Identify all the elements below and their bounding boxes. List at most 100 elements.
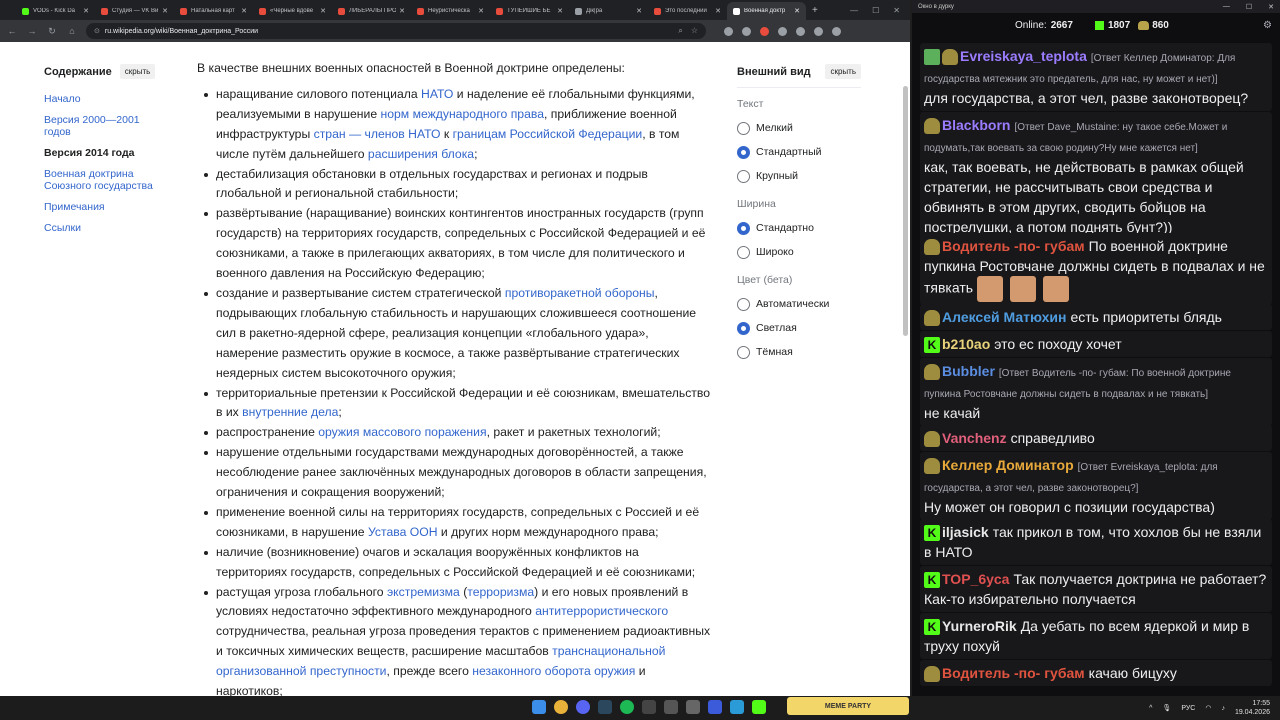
minimize-icon[interactable]: —	[1223, 3, 1230, 11]
chevron-up-icon[interactable]: ^	[1149, 705, 1152, 712]
chat-username[interactable]: Vanchenz	[942, 430, 1007, 446]
new-tab-button[interactable]: +	[812, 5, 818, 16]
download-icon[interactable]	[796, 26, 805, 36]
toc-item[interactable]: Версия 2014 года	[44, 147, 164, 159]
chat-username[interactable]: Evreiskaya_teplota	[960, 48, 1087, 64]
chat-username[interactable]: Водитель -по- губам	[942, 238, 1085, 254]
browser-tab[interactable]: Это последний ✕	[648, 2, 727, 20]
browser-tab[interactable]: Дiк|ра ✕	[569, 2, 648, 20]
home-icon[interactable]: ⌂	[66, 26, 78, 36]
tab-close-icon[interactable]: ✕	[399, 7, 405, 15]
spotify-icon[interactable]	[620, 700, 634, 714]
chat-username[interactable]: Алексей Матюхин	[942, 309, 1066, 325]
steam-icon[interactable]	[598, 700, 612, 714]
chat-username[interactable]: Келлер Доминатор	[942, 457, 1074, 473]
reload-icon[interactable]: ↻	[46, 26, 58, 37]
radio-button[interactable]	[737, 321, 750, 335]
toc-hide-button[interactable]: скрыть	[119, 64, 156, 79]
chat-username[interactable]: Bubbler	[942, 363, 995, 379]
wiki-link[interactable]: оружия массового поражения	[318, 425, 486, 439]
browser-tab[interactable]: ТУПЕЙШИЕ БЕ ✕	[490, 2, 569, 20]
url-text[interactable]: ru.wikipedia.org/wiki/Военная_доктрина_Р…	[105, 28, 673, 35]
browser-tab[interactable]: Натальная карт ✕	[174, 2, 253, 20]
tab-close-icon[interactable]: ✕	[794, 7, 800, 15]
radio-button[interactable]	[737, 121, 750, 135]
chat-username[interactable]: TOP_6yca	[942, 571, 1009, 587]
minimize-icon[interactable]: —	[850, 6, 858, 15]
radio-button[interactable]	[737, 245, 750, 259]
wiki-link[interactable]: расширения блока	[368, 147, 474, 161]
extension-icon[interactable]	[724, 26, 733, 36]
start-icon[interactable]	[532, 700, 546, 714]
toc-item[interactable]: Примечания	[44, 201, 164, 213]
wifi-icon[interactable]: ◠	[1205, 704, 1211, 712]
wiki-link[interactable]: норм международного права	[381, 107, 544, 121]
radio-option[interactable]: Стандартный	[737, 140, 861, 164]
extension-icon[interactable]	[760, 26, 769, 36]
close-icon[interactable]: ✕	[1268, 3, 1274, 11]
toc-item[interactable]: Начало	[44, 93, 164, 105]
chat-username[interactable]: Водитель -по- губам	[942, 665, 1085, 681]
tab-close-icon[interactable]: ✕	[241, 7, 247, 15]
site-info-icon[interactable]: ⊙	[94, 27, 100, 35]
browser-tab[interactable]: ЛИБЕРАЛЫ ПРО ✕	[332, 2, 411, 20]
tab-close-icon[interactable]: ✕	[636, 7, 642, 15]
wiki-link[interactable]: экстремизма	[387, 585, 460, 599]
kick-icon[interactable]	[752, 700, 766, 714]
chat-username[interactable]: iljasick	[942, 524, 989, 540]
toc-item[interactable]: Ссылки	[44, 222, 164, 234]
radio-button[interactable]	[737, 169, 750, 183]
wiki-link[interactable]: границам Российской Федерации	[453, 127, 643, 141]
back-icon[interactable]: ←	[6, 26, 18, 36]
radio-button[interactable]	[737, 297, 750, 311]
wiki-link[interactable]: незаконного оборота оружия	[472, 664, 635, 678]
browser-tab[interactable]: Неуристическа ✕	[411, 2, 490, 20]
telegram-icon[interactable]	[730, 700, 744, 714]
app-icon[interactable]	[664, 700, 678, 714]
maximize-icon[interactable]: ☐	[1246, 3, 1252, 11]
wiki-link[interactable]: терроризма	[467, 585, 534, 599]
tab-close-icon[interactable]: ✕	[83, 7, 89, 15]
radio-option[interactable]: Стандартно	[737, 216, 861, 240]
radio-button[interactable]	[737, 221, 750, 235]
radio-button[interactable]	[737, 345, 750, 359]
toc-item[interactable]: Версия 2000—2001 годов	[44, 114, 164, 138]
wiki-link[interactable]: стран — членов НАТО	[314, 127, 441, 141]
wiki-link[interactable]: Устава ООН	[368, 525, 438, 539]
radio-option[interactable]: Автоматически	[737, 292, 861, 316]
wiki-link[interactable]: НАТО	[421, 87, 453, 101]
tab-close-icon[interactable]: ✕	[478, 7, 484, 15]
microphone-icon[interactable]: 🎙	[1162, 704, 1171, 712]
app-icon[interactable]	[686, 700, 700, 714]
toc-item[interactable]: Военная доктрина Союзного государства	[44, 168, 164, 192]
address-bar[interactable]: ⊙ ru.wikipedia.org/wiki/Военная_доктрина…	[86, 23, 706, 39]
wiki-link[interactable]: внутренние дела	[242, 405, 338, 419]
extension-icon[interactable]	[742, 26, 751, 36]
chat-username[interactable]: YurneroRik	[942, 618, 1017, 634]
language-indicator[interactable]: РУС	[1181, 705, 1195, 712]
wiki-link[interactable]: противоракетной обороны	[505, 286, 655, 300]
radio-option[interactable]: Тёмная	[737, 340, 861, 364]
radio-option[interactable]: Мелкий	[737, 116, 861, 140]
radio-button[interactable]	[737, 145, 750, 159]
discord-icon[interactable]	[576, 700, 590, 714]
page-scrollbar[interactable]	[903, 86, 908, 336]
chat-username[interactable]: b210ao	[942, 336, 990, 352]
extension-icon[interactable]	[778, 26, 787, 36]
radio-option[interactable]: Крупный	[737, 164, 861, 188]
radio-option[interactable]: Светлая	[737, 316, 861, 340]
volume-icon[interactable]: ♪	[1221, 705, 1225, 712]
app-icon[interactable]	[708, 700, 722, 714]
bookmark-star-icon[interactable]: ☆	[691, 26, 698, 36]
forward-icon[interactable]: →	[26, 26, 38, 36]
chat-username[interactable]: Blackborn	[942, 117, 1010, 133]
browser-tab[interactable]: Военная доктр ✕	[727, 2, 806, 20]
browser-tab[interactable]: «Черные вдове ✕	[253, 2, 332, 20]
radio-option[interactable]: Широко	[737, 240, 861, 264]
tab-close-icon[interactable]: ✕	[162, 7, 168, 15]
browser-tab[interactable]: Студия — VK Ви ✕	[95, 2, 174, 20]
tab-close-icon[interactable]: ✕	[715, 7, 721, 15]
menu-icon[interactable]	[832, 26, 841, 36]
clock[interactable]: 17:55 19.04.2026	[1235, 699, 1270, 717]
search-icon[interactable]: ⌕	[678, 26, 682, 36]
